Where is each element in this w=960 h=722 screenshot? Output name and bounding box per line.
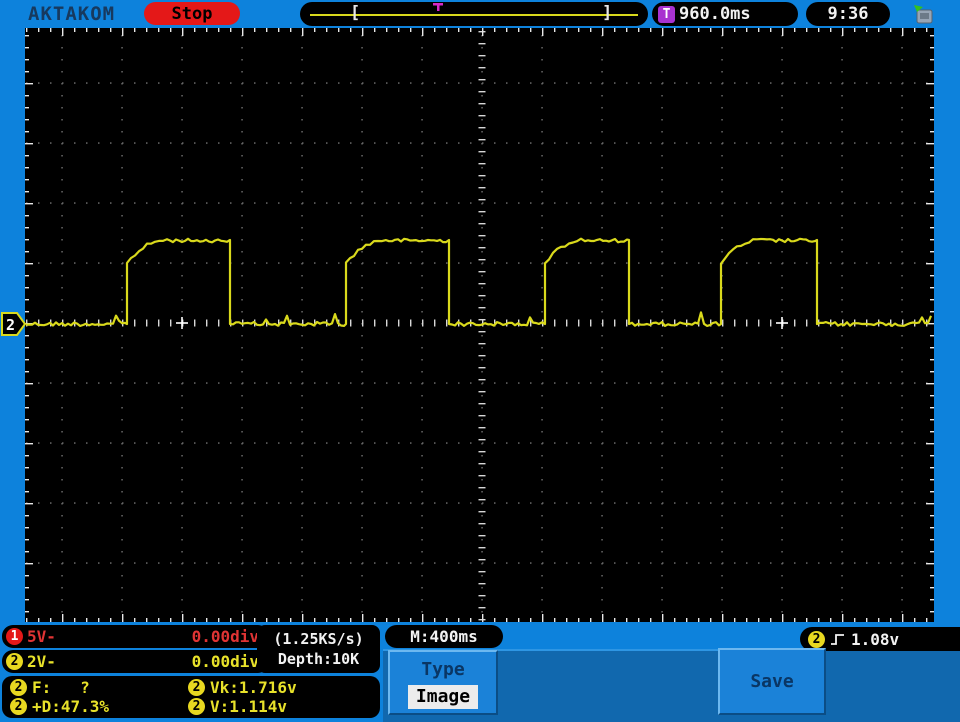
clock: 9:36 [806, 2, 890, 26]
meas-value: F: ? [32, 678, 90, 697]
measurement-frequency: 2 F: ? [10, 678, 188, 697]
ch1-scale: 5V- [27, 627, 56, 646]
meas-ch-badge: 2 [188, 679, 205, 696]
usb-drive-icon [914, 5, 933, 24]
meas-ch-badge: 2 [10, 698, 27, 715]
timebase-value: M:400ms [410, 627, 478, 646]
save-menu-type-panel[interactable]: Type Image [388, 650, 498, 715]
brand-logo: AKTAKOM [28, 3, 116, 25]
ch1-offset: 0.00div [191, 627, 259, 646]
measurement-vk: 2 Vk:1.716v [188, 678, 376, 697]
menu-type-label[interactable]: Type [421, 659, 464, 680]
ch2-scale: 2V- [27, 652, 56, 671]
timebase-readout: M:400ms [385, 625, 503, 648]
scope-graticule-and-trace [25, 28, 934, 622]
window-left-bracket: [ [350, 3, 361, 23]
ch1-status-pill: 1 5V- 0.00div [2, 625, 269, 648]
ch1-badge: 1 [6, 628, 23, 645]
window-right-bracket: ] [602, 3, 613, 23]
measurement-v: 2 V:1.114v [188, 697, 376, 716]
meas-ch-badge: 2 [10, 679, 27, 696]
sample-rate: (1.25KS/s) [273, 630, 364, 648]
measurement-readout-pill: 2 F: ? 2 Vk:1.716v 2 +D:47.3% 2 V:1.114v [2, 676, 380, 718]
waveform-display [25, 28, 934, 622]
save-button-label[interactable]: Save [750, 671, 793, 692]
acquisition-info-box: (1.25KS/s) Depth:10K [257, 625, 380, 673]
ch2-badge: 2 [6, 653, 23, 670]
trigger-level-value: 1.08v [851, 629, 900, 649]
channel-2-marker: 2 [1, 312, 27, 336]
ch2-status-pill: 2 2V- 0.00div [2, 650, 269, 673]
trigger-time-readout: T 960.0ms [652, 2, 798, 26]
trigger-time-value: 960.0ms [679, 4, 751, 24]
clock-value: 9:36 [827, 4, 869, 24]
save-button[interactable]: Save [718, 648, 826, 715]
meas-value: Vk:1.716v [210, 678, 297, 697]
trigger-t-icon: T [658, 5, 675, 23]
trigger-marker-icon [433, 3, 443, 11]
ch2-offset: 0.00div [191, 652, 259, 671]
run-state-label: Stop [171, 3, 213, 24]
menu-type-selected-option[interactable]: Image [407, 685, 479, 709]
run-state-badge: Stop [144, 2, 240, 25]
trigger-position-bar: [ ] [300, 2, 648, 26]
meas-ch-badge: 2 [188, 698, 205, 715]
rising-edge-icon [831, 634, 844, 645]
meas-value: +D:47.3% [32, 697, 110, 716]
record-depth: Depth:10K [277, 650, 360, 668]
channel-2-marker-label: 2 [6, 316, 15, 334]
trigger-source-badge: 2 [808, 630, 825, 648]
measurement-duty: 2 +D:47.3% [10, 697, 188, 716]
meas-value: V:1.114v [210, 697, 288, 716]
